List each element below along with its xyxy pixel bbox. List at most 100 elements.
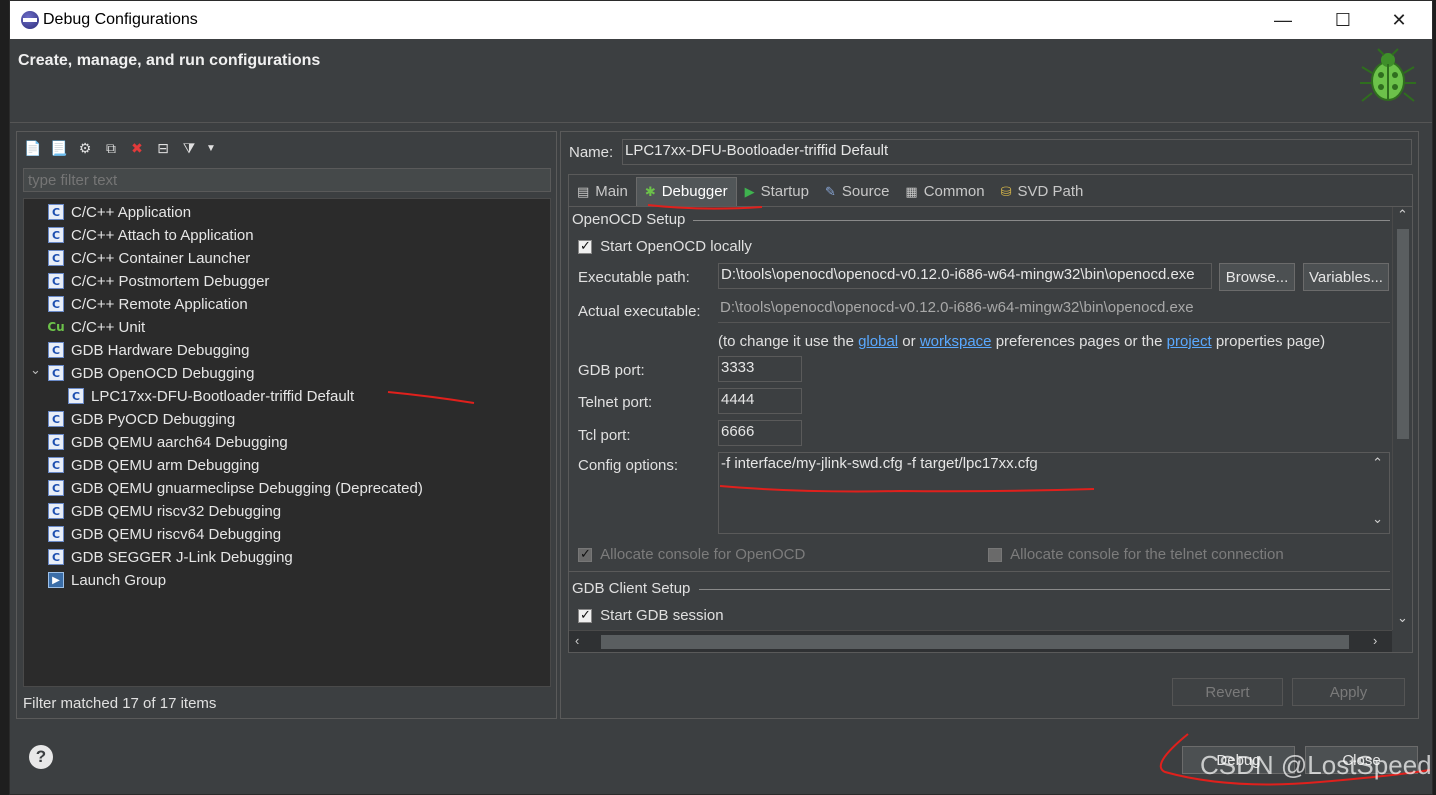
minimize-button[interactable]: —	[1258, 1, 1308, 39]
tree-item[interactable]: C GDB QEMU riscv64 Debugging	[48, 523, 281, 545]
tree-item[interactable]: C C/C++ Attach to Application	[48, 224, 254, 246]
scroll-right-icon[interactable]: ›	[1373, 633, 1377, 648]
horizontal-scroll-thumb[interactable]	[601, 635, 1349, 649]
apply-button[interactable]: Apply	[1292, 678, 1405, 706]
config-tabs: ▤ Main ✱ Debugger ▶ Startup ✎ Source ▦ Common…	[568, 174, 1413, 208]
common-tab-icon: ▦	[905, 183, 918, 199]
actual-executable-label: Actual executable:	[578, 303, 701, 320]
tree-item[interactable]: C GDB QEMU aarch64 Debugging	[48, 431, 288, 453]
source-tab-icon: ✎	[824, 183, 836, 199]
tree-item[interactable]: C GDB QEMU arm Debugging	[48, 454, 259, 476]
revert-button[interactable]: Revert	[1172, 678, 1283, 706]
config-options-label: Config options:	[578, 457, 679, 474]
expand-chevron-icon[interactable]: ⌄	[30, 362, 41, 378]
allocate-console-checkbox	[578, 546, 592, 563]
tree-item[interactable]: C C/C++ Application	[48, 201, 191, 223]
bug-icon	[1360, 48, 1416, 102]
tcl-port-label: Tcl port:	[578, 427, 631, 444]
scroll-left-icon[interactable]: ‹	[575, 633, 579, 648]
c-icon: C	[48, 204, 64, 220]
tree-item[interactable]: C GDB SEGGER J-Link Debugging	[48, 546, 293, 568]
scroll-up-icon[interactable]: ⌃	[1397, 207, 1408, 223]
scroll-down-icon[interactable]: ⌄	[1397, 610, 1408, 626]
tree-item[interactable]: C C/C++ Postmortem Debugger	[48, 270, 269, 292]
tree-item-label: Launch Group	[71, 571, 167, 589]
allocate-telnet-row: Allocate console for the telnet connecti…	[988, 546, 1284, 563]
name-field[interactable]: LPC17xx-DFU-Bootloader-triffid Default	[622, 139, 1412, 165]
tree-item[interactable]: ⌄ C GDB OpenOCD Debugging	[30, 362, 254, 384]
tree-item[interactable]: Cu C/C++ Unit	[47, 316, 146, 338]
configuration-editor: Name: LPC17xx-DFU-Bootloader-triffid Def…	[560, 131, 1419, 719]
tree-item-label: C/C++ Remote Application	[71, 295, 248, 313]
tree-item[interactable]: C GDB PyOCD Debugging	[48, 408, 235, 430]
tree-item-label: GDB QEMU riscv32 Debugging	[71, 502, 282, 520]
filter-menu-chevron-icon[interactable]: ▼	[205, 138, 217, 158]
section-separator	[569, 571, 1390, 572]
maximize-button[interactable]: ☐	[1318, 1, 1368, 39]
filter-icon[interactable]: ⧩	[179, 138, 199, 158]
cunit-icon: Cu	[47, 320, 65, 334]
gdb-port-label: GDB port:	[578, 362, 645, 379]
executable-path-field[interactable]: D:\tools\openocd\openocd-v0.12.0-i686-w6…	[718, 263, 1212, 289]
tree-item-label: C/C++ Unit	[71, 318, 146, 336]
allocate-telnet-checkbox	[988, 548, 1002, 563]
config-options-textarea[interactable]: -f interface/my-jlink-swd.cfg -f target/…	[718, 452, 1390, 534]
c-icon: C	[48, 342, 64, 358]
start-openocd-checkbox[interactable]	[578, 238, 592, 255]
configuration-tree: C C/C++ Application C C/C++ Attach to Appli…	[23, 198, 551, 687]
start-openocd-row[interactable]: Start OpenOCD locally	[578, 238, 752, 255]
tree-item[interactable]: C C/C++ Container Launcher	[48, 247, 250, 269]
tree-item[interactable]: ▶ Launch Group	[48, 569, 166, 591]
configurations-panel: 📄 📃 ⚙ ⧉ ✖ ⊟ ⧩ ▼ C C/C++ Application C C/C++…	[16, 131, 557, 719]
c-icon: C	[68, 388, 84, 404]
variables-button[interactable]: Variables...	[1303, 263, 1389, 291]
tree-item-selected-config[interactable]: C LPC17xx-DFU-Bootloader-triffid Default	[68, 385, 354, 407]
tree-item-label: GDB PyOCD Debugging	[71, 410, 236, 428]
horizontal-scrollbar[interactable]: ‹ ›	[569, 630, 1392, 652]
start-gdb-checkbox[interactable]	[578, 607, 592, 624]
c-icon: C	[48, 273, 64, 289]
collapse-all-icon[interactable]: ⊟	[153, 138, 173, 158]
global-link[interactable]: global	[858, 333, 898, 350]
c-icon: C	[48, 250, 64, 266]
telnet-port-field[interactable]: 4444	[718, 388, 802, 414]
help-icon[interactable]: ?	[29, 745, 53, 769]
tree-item[interactable]: C C/C++ Remote Application	[48, 293, 248, 315]
delete-icon[interactable]: ✖	[127, 138, 147, 158]
tab-source[interactable]: ✎ Source	[817, 177, 897, 207]
vertical-scrollbar[interactable]: ⌃ ⌄	[1392, 207, 1412, 630]
new-prototype-icon[interactable]: 📃	[49, 138, 69, 158]
executable-path-label: Executable path:	[578, 269, 690, 286]
tree-item-label: GDB QEMU arm Debugging	[71, 456, 260, 474]
debugger-tab-icon: ✱	[644, 183, 656, 199]
tree-item[interactable]: C GDB QEMU gnuarmeclipse Debugging (Depre…	[48, 477, 423, 499]
textarea-scroll-down-icon[interactable]: ⌄	[1372, 511, 1383, 527]
gdb-section-divider	[699, 589, 1390, 590]
browse-button[interactable]: Browse...	[1219, 263, 1295, 291]
close-window-button[interactable]: ✕	[1374, 1, 1424, 39]
svd-path-tab-icon: ⛁	[1000, 183, 1012, 199]
export-icon[interactable]: ⚙	[75, 138, 95, 158]
dialog-header: Create, manage, and run configurations	[10, 39, 1432, 123]
new-config-icon[interactable]: 📄	[23, 138, 43, 158]
gdb-port-field[interactable]: 3333	[718, 356, 802, 382]
vertical-scroll-thumb[interactable]	[1397, 229, 1409, 439]
start-gdb-row[interactable]: Start GDB session	[578, 607, 724, 624]
duplicate-icon[interactable]: ⧉	[101, 138, 121, 158]
tab-svd-path[interactable]: ⛁ SVD Path	[993, 177, 1092, 207]
textarea-scroll-up-icon[interactable]: ⌃	[1372, 455, 1383, 471]
workspace-link[interactable]: workspace	[920, 333, 992, 350]
window-title: Debug Configurations	[43, 11, 198, 28]
filter-input[interactable]	[23, 168, 551, 192]
project-link[interactable]: project	[1167, 333, 1212, 350]
tab-startup[interactable]: ▶ Startup	[737, 177, 817, 207]
tab-main[interactable]: ▤ Main	[569, 177, 636, 207]
allocate-telnet-label: Allocate console for the telnet connecti…	[1010, 546, 1284, 563]
tab-debugger[interactable]: ✱ Debugger	[635, 176, 737, 207]
eclipse-icon	[21, 11, 39, 29]
tree-item[interactable]: C GDB QEMU riscv32 Debugging	[48, 500, 281, 522]
tcl-port-field[interactable]: 6666	[718, 420, 802, 446]
tree-item[interactable]: C GDB Hardware Debugging	[48, 339, 249, 361]
tree-item-label: C/C++ Attach to Application	[71, 226, 254, 244]
tab-common[interactable]: ▦ Common	[897, 177, 992, 207]
